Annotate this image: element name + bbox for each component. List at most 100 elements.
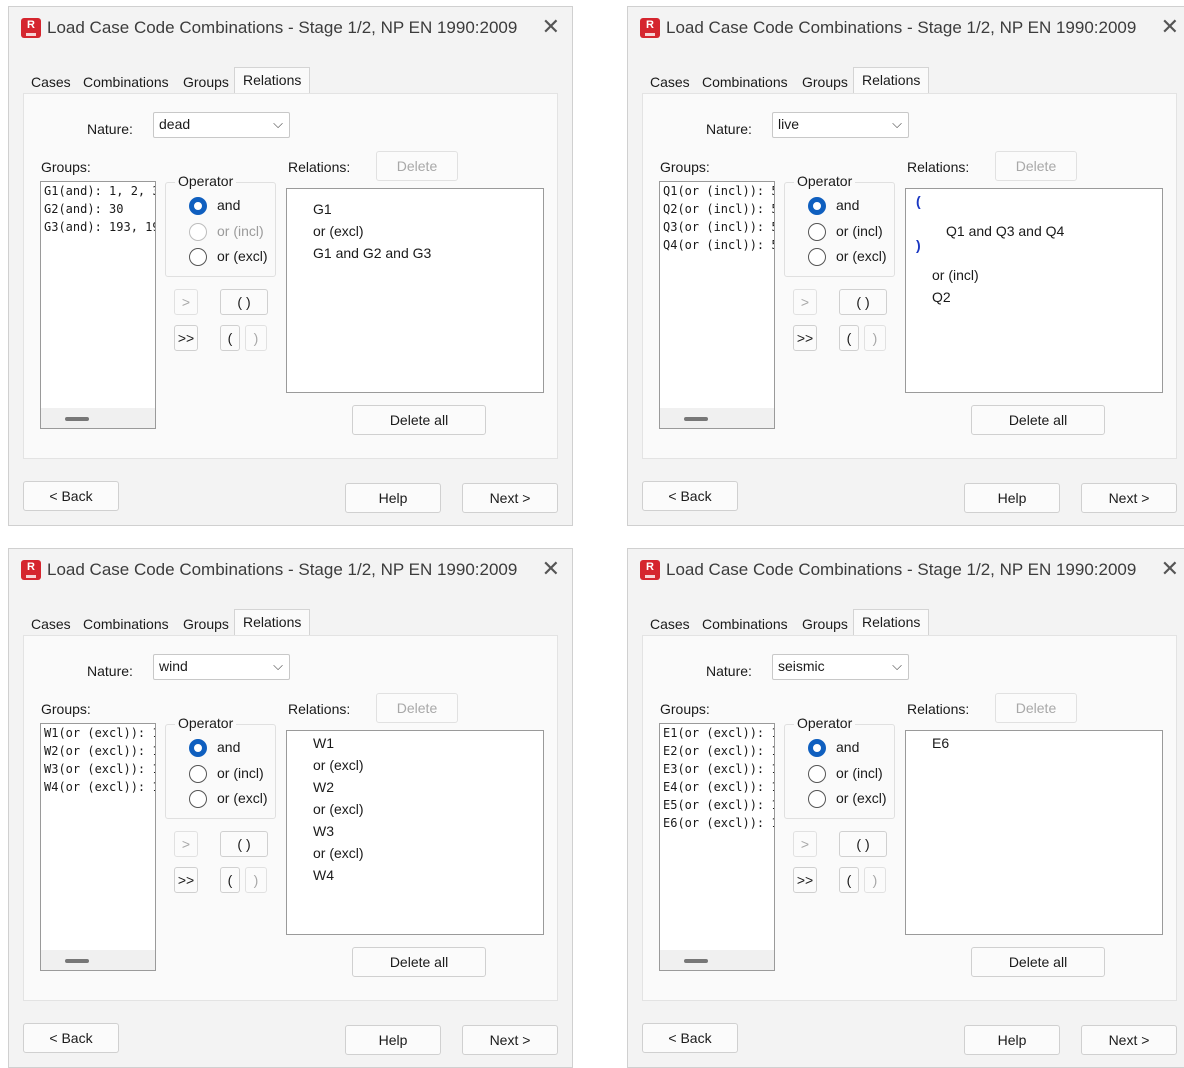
next-button[interactable]: Next > <box>1081 483 1177 513</box>
close-icon[interactable]: ✕ <box>1161 556 1179 582</box>
help-button[interactable]: Help <box>345 483 441 513</box>
relation-item[interactable]: or (excl) <box>313 223 364 239</box>
open-paren-button[interactable]: ( <box>839 325 859 351</box>
add-all-button[interactable]: >> <box>174 325 198 351</box>
add-all-button[interactable]: >> <box>793 325 817 351</box>
nature-select[interactable]: wind ⌵ <box>153 654 290 680</box>
parentheses-button[interactable]: ( ) <box>839 831 887 857</box>
relations-list[interactable]: G1 or (excl) G1 and G2 and G3 <box>286 188 544 393</box>
tab-combinations[interactable]: Combinations <box>77 613 175 635</box>
group-item[interactable]: Q4(or (incl)): 53 <box>660 236 774 254</box>
close-paren-button[interactable]: ) <box>245 325 267 351</box>
open-paren-button[interactable]: ( <box>220 325 240 351</box>
relation-item[interactable]: Q2 <box>932 289 951 305</box>
help-button[interactable]: Help <box>964 1025 1060 1055</box>
group-item[interactable]: Q1(or (incl)): 50 <box>660 182 774 200</box>
horizontal-scrollbar[interactable] <box>41 950 155 970</box>
tab-relations[interactable]: Relations <box>853 67 930 93</box>
radio-button[interactable] <box>808 739 826 757</box>
add-button[interactable]: > <box>793 289 817 315</box>
group-item[interactable]: Q2(or (incl)): 51 <box>660 200 774 218</box>
group-item[interactable]: E4(or (excl)): 18 <box>660 778 774 796</box>
next-button[interactable]: Next > <box>462 1025 558 1055</box>
relation-item[interactable]: E6 <box>932 735 949 751</box>
relation-item[interactable]: or (incl) <box>932 267 979 283</box>
radio-button[interactable] <box>189 790 207 808</box>
tab-relations[interactable]: Relations <box>234 609 311 635</box>
relation-item[interactable]: or (excl) <box>313 801 364 817</box>
relation-item[interactable]: ) <box>916 237 921 253</box>
open-paren-button[interactable]: ( <box>839 867 859 893</box>
relation-item[interactable]: W2 <box>313 779 334 795</box>
parentheses-button[interactable]: ( ) <box>220 831 268 857</box>
group-item[interactable]: G1(and): 1, 2, 3, <box>41 182 155 200</box>
scrollbar-thumb[interactable] <box>684 959 708 963</box>
tab-combinations[interactable]: Combinations <box>696 613 794 635</box>
back-button[interactable]: < Back <box>642 481 738 511</box>
tab-cases[interactable]: Cases <box>25 71 77 93</box>
help-button[interactable]: Help <box>345 1025 441 1055</box>
delete-button[interactable]: Delete <box>995 151 1077 181</box>
tab-groups[interactable]: Groups <box>177 71 235 93</box>
tab-combinations[interactable]: Combinations <box>696 71 794 93</box>
relation-item[interactable]: W1 <box>313 735 334 751</box>
relation-item[interactable]: W4 <box>313 867 334 883</box>
tab-groups[interactable]: Groups <box>796 71 854 93</box>
radio-button[interactable] <box>189 248 207 266</box>
close-paren-button[interactable]: ) <box>245 867 267 893</box>
group-item[interactable]: E3(or (excl)): 18 <box>660 760 774 778</box>
close-icon[interactable]: ✕ <box>542 14 560 40</box>
relation-item[interactable]: Q1 and Q3 and Q4 <box>946 223 1064 239</box>
radio-button[interactable] <box>808 790 826 808</box>
next-button[interactable]: Next > <box>462 483 558 513</box>
add-button[interactable]: > <box>793 831 817 857</box>
horizontal-scrollbar[interactable] <box>660 950 774 970</box>
back-button[interactable]: < Back <box>23 481 119 511</box>
tab-cases[interactable]: Cases <box>25 613 77 635</box>
radio-button[interactable] <box>808 197 826 215</box>
next-button[interactable]: Next > <box>1081 1025 1177 1055</box>
group-item[interactable]: G2(and): 30 <box>41 200 155 218</box>
group-item[interactable]: W1(or (excl)): 10 <box>41 724 155 742</box>
groups-list[interactable]: W1(or (excl)): 10 W2(or (excl)): 10 W3(or … <box>40 723 156 971</box>
group-item[interactable]: E1(or (excl)): 18 <box>660 724 774 742</box>
delete-all-button[interactable]: Delete all <box>352 405 486 435</box>
groups-list[interactable]: G1(and): 1, 2, 3, G2(and): 30 G3(and): 193… <box>40 181 156 429</box>
tab-combinations[interactable]: Combinations <box>77 71 175 93</box>
horizontal-scrollbar[interactable] <box>41 408 155 428</box>
add-button[interactable]: > <box>174 289 198 315</box>
radio-button[interactable] <box>189 765 207 783</box>
tab-relations[interactable]: Relations <box>853 609 930 635</box>
radio-button[interactable] <box>189 223 207 241</box>
delete-all-button[interactable]: Delete all <box>971 947 1105 977</box>
nature-select[interactable]: seismic ⌵ <box>772 654 909 680</box>
close-icon[interactable]: ✕ <box>1161 14 1179 40</box>
relation-item[interactable]: G1 and G2 and G3 <box>313 245 431 261</box>
horizontal-scrollbar[interactable] <box>660 408 774 428</box>
radio-button[interactable] <box>808 765 826 783</box>
close-paren-button[interactable]: ) <box>864 867 886 893</box>
delete-button[interactable]: Delete <box>376 693 458 723</box>
relation-item[interactable]: or (excl) <box>313 845 364 861</box>
back-button[interactable]: < Back <box>23 1023 119 1053</box>
tab-relations[interactable]: Relations <box>234 67 311 93</box>
relation-item[interactable]: or (excl) <box>313 757 364 773</box>
groups-list[interactable]: Q1(or (incl)): 50 Q2(or (incl)): 51 Q3(or … <box>659 181 775 429</box>
relation-item[interactable]: W3 <box>313 823 334 839</box>
relation-item[interactable]: G1 <box>313 201 332 217</box>
nature-select[interactable]: live ⌵ <box>772 112 909 138</box>
back-button[interactable]: < Back <box>642 1023 738 1053</box>
group-item[interactable]: E2(or (excl)): 18 <box>660 742 774 760</box>
groups-list[interactable]: E1(or (excl)): 18 E2(or (excl)): 18 E3(or … <box>659 723 775 971</box>
relations-list[interactable]: E6 <box>905 730 1163 935</box>
close-icon[interactable]: ✕ <box>542 556 560 582</box>
parentheses-button[interactable]: ( ) <box>220 289 268 315</box>
scrollbar-thumb[interactable] <box>684 417 708 421</box>
tab-cases[interactable]: Cases <box>644 71 696 93</box>
nature-select[interactable]: dead ⌵ <box>153 112 290 138</box>
tab-groups[interactable]: Groups <box>177 613 235 635</box>
group-item[interactable]: E5(or (excl)): 18 <box>660 796 774 814</box>
group-item[interactable]: W3(or (excl)): 10 <box>41 760 155 778</box>
radio-button[interactable] <box>808 223 826 241</box>
relation-item[interactable]: ( <box>916 193 921 209</box>
